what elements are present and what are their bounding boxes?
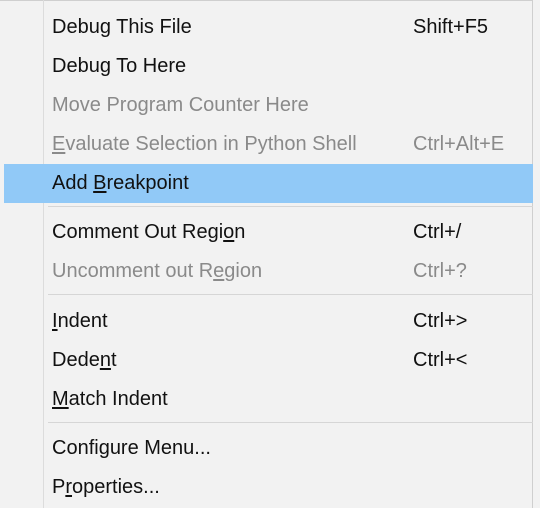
menu-item-evaluate-selection: Evaluate Selection in Python Shell Ctrl+… (0, 125, 533, 164)
menu-item-label: Add Breakpoint (52, 172, 189, 194)
menu-item-comment-out-region[interactable]: Comment Out Region Ctrl+/ (0, 213, 533, 252)
menu-item-shortcut: Ctrl+Alt+E (413, 133, 505, 155)
menu-item-shortcut: Ctrl+/ (413, 221, 462, 243)
menu-item-label: Indent (52, 310, 108, 332)
menu-item-add-breakpoint[interactable]: Add Breakpoint (4, 164, 533, 203)
menu-item-move-program-counter-here: Move Program Counter Here (0, 86, 533, 125)
menu-item-uncomment-out-region: Uncomment out Region Ctrl+? (0, 252, 533, 291)
menu-item-debug-this-file[interactable]: Debug This File Shift+F5 (0, 8, 533, 47)
menu-item-label: Debug To Here (52, 55, 187, 77)
menu-item-label: Debug This File (52, 16, 192, 38)
menu-item-label: Match Indent (52, 388, 168, 410)
menu-item-configure-menu[interactable]: Configure Menu... (0, 429, 533, 468)
menu-item-shortcut: Ctrl+< (413, 349, 468, 371)
menu-item-shortcut: Ctrl+? (413, 260, 467, 282)
menu-item-label: Comment Out Region (52, 221, 246, 243)
menu-item-label: Evaluate Selection in Python Shell (52, 133, 357, 155)
menu-top-border (0, 0, 533, 5)
menu-item-debug-to-here[interactable]: Debug To Here (0, 47, 533, 86)
context-menu: Debug This File Shift+F5 Debug To Here M… (0, 0, 533, 508)
menu-item-shortcut: Shift+F5 (413, 16, 489, 38)
menu-item-properties[interactable]: Properties... (0, 468, 533, 507)
menu-item-shortcut: Ctrl+> (413, 310, 468, 332)
menu-item-label: Uncomment out Region (52, 260, 263, 282)
menu-separator (48, 422, 533, 423)
menu-item-dedent[interactable]: Dedent Ctrl+< (0, 341, 533, 380)
menu-item-label: Move Program Counter Here (52, 94, 309, 116)
menu-item-label: Dedent (52, 349, 117, 371)
menu-item-label: Configure Menu... (52, 437, 211, 459)
menu-item-indent[interactable]: Indent Ctrl+> (0, 302, 533, 341)
menu-item-label: Properties... (52, 476, 160, 498)
menu-separator (48, 206, 533, 207)
menu-item-match-indent[interactable]: Match Indent (0, 380, 533, 419)
menu-separator (48, 294, 533, 295)
